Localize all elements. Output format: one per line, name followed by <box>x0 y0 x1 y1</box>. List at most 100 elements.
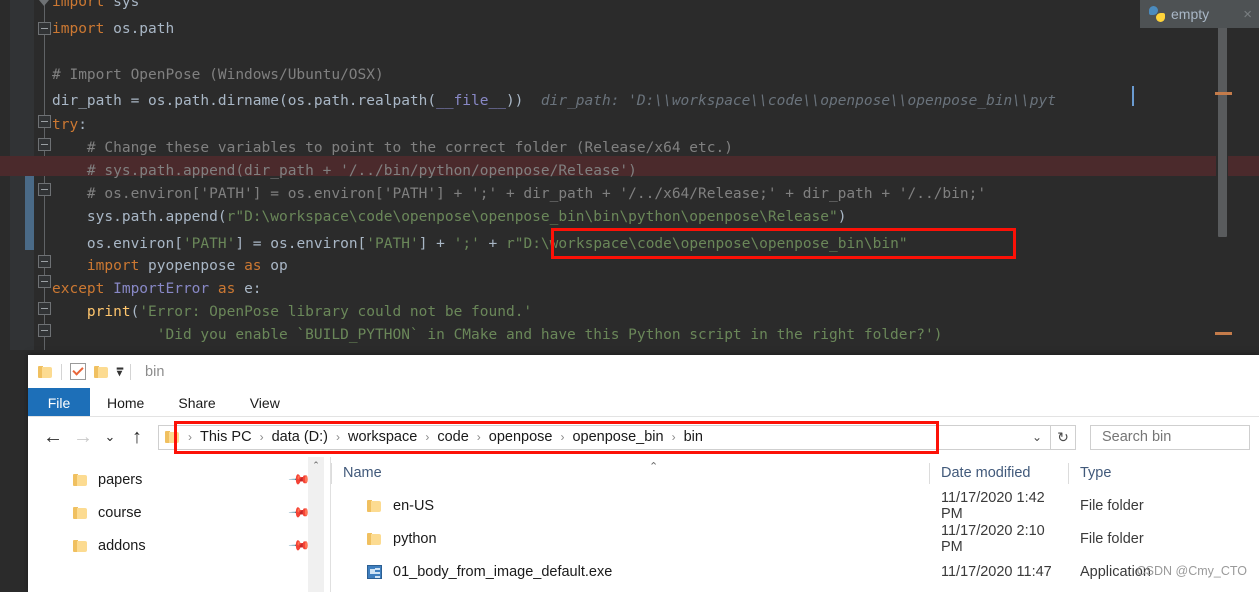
cell-date-modified: 11/17/2020 1:42 PM <box>941 489 1045 522</box>
scrollbar-marker[interactable] <box>1215 92 1232 95</box>
tab-view[interactable]: View <box>233 388 297 417</box>
breadcrumb-separator-icon: › <box>425 430 430 444</box>
editor-tab-strip: empty × <box>1140 0 1259 28</box>
text-caret <box>1132 86 1134 106</box>
nav-item-label: addons <box>98 537 146 554</box>
breadcrumb-item[interactable]: code <box>437 429 468 445</box>
file-list-pane: ⌃ Name Date modified Type en-US 11/17/2020 … <box>331 457 1259 592</box>
scrollbar-marker[interactable] <box>1215 332 1232 335</box>
fold-toggle-icon[interactable] <box>38 324 51 337</box>
cell-name: python <box>331 531 929 547</box>
column-header-name[interactable]: Name <box>331 462 929 484</box>
table-row[interactable]: 01_body_from_image_default.exe 11/17/2020… <box>331 555 1259 588</box>
breadcrumb-separator-icon: › <box>259 430 264 444</box>
fold-arrow-icon[interactable] <box>39 0 50 9</box>
toolbar-divider <box>61 363 62 380</box>
column-header-date[interactable]: Date modified <box>929 462 1068 484</box>
breadcrumb-path-box[interactable]: › This PC › data (D:) › workspace › code › openpo… <box>158 424 1051 450</box>
code-line: try: <box>52 117 87 133</box>
fold-toggle-icon[interactable] <box>38 302 51 315</box>
code-line: import os.path <box>52 21 175 37</box>
breadcrumb-separator-icon: › <box>560 430 565 444</box>
folder-icon <box>165 430 180 444</box>
breadcrumb-item[interactable]: workspace <box>348 429 417 445</box>
cell-type: File folder <box>1080 497 1144 514</box>
tab-share[interactable]: Share <box>161 388 232 417</box>
new-folder-icon[interactable] <box>94 365 109 379</box>
code-line: import sys <box>52 0 140 10</box>
code-line: except ImportError as e: <box>52 281 262 297</box>
ribbon-tab-bar: File Home Share View <box>28 388 1259 417</box>
tab-file[interactable]: File <box>28 388 90 417</box>
navigation-pane: papers 📌 course 📌 addons 📌 ⌃ <box>28 457 330 592</box>
breadcrumb-separator-icon: › <box>671 430 676 444</box>
fold-toggle-icon[interactable] <box>38 275 51 288</box>
breadcrumb-separator-icon: › <box>476 430 481 444</box>
scroll-up-icon[interactable]: ⌃ <box>308 457 324 474</box>
code-line: 'Did you enable `BUILD_PYTHON` in CMake … <box>121 327 943 343</box>
cell-name: en-US <box>331 498 929 514</box>
fold-toggle-icon[interactable] <box>38 138 51 151</box>
cell-date-modified: 11/17/2020 11:47 <box>941 563 1052 580</box>
column-header-type[interactable]: Type <box>1068 462 1188 484</box>
fold-toggle-icon[interactable] <box>38 255 51 268</box>
code-line: # Import OpenPose (Windows/Ubuntu/OSX) <box>52 67 384 83</box>
folder-icon[interactable] <box>38 365 53 379</box>
breadcrumb[interactable]: › This PC › data (D:) › workspace › code › openpo… <box>180 429 703 445</box>
nav-item-label: papers <box>98 471 143 488</box>
back-button[interactable]: ← <box>38 422 68 452</box>
column-header-row[interactable]: Name Date modified Type <box>331 457 1259 489</box>
breadcrumb-separator-icon: › <box>188 430 192 444</box>
code-line: sys.path.append(r"D:\workspace\code\open… <box>86 209 847 225</box>
code-text-area[interactable]: import sys import os.path # Import OpenPos… <box>52 0 1259 350</box>
forward-button[interactable]: → <box>68 422 98 452</box>
file-name-label: python <box>393 530 437 547</box>
folder-icon <box>73 506 88 520</box>
table-row[interactable]: en-US 11/17/2020 1:42 PM File folder <box>331 489 1259 522</box>
editor-scrollbar-thumb[interactable] <box>1218 15 1227 237</box>
exe-icon <box>367 564 382 579</box>
file-name-label: 01_body_from_image_default.exe <box>393 563 613 580</box>
recent-locations-button[interactable]: ⌄ <box>98 422 122 452</box>
fold-toggle-icon[interactable] <box>38 115 51 128</box>
code-line: dir_path = os.path.dirname(os.path.realp… <box>52 93 1056 109</box>
cell-type: File folder <box>1080 530 1144 547</box>
python-file-icon <box>1149 6 1165 22</box>
properties-icon[interactable] <box>70 363 86 380</box>
refresh-button[interactable]: ↻ <box>1051 424 1076 450</box>
window-title: bin <box>145 363 165 380</box>
breadcrumb-item[interactable]: openpose <box>489 429 553 445</box>
code-line: # os.environ['PATH'] = os.environ['PATH'… <box>86 186 987 202</box>
up-button[interactable]: ↑ <box>122 422 152 452</box>
breadcrumb-separator-icon: › <box>336 430 340 444</box>
file-name-label: en-US <box>393 497 435 514</box>
cell-date-modified: 11/17/2020 2:10 PM <box>941 522 1045 555</box>
code-annotation-rectangle <box>551 228 1016 259</box>
chevron-down-icon[interactable]: ⌄ <box>1032 430 1050 444</box>
folder-icon <box>367 532 382 546</box>
nav-item[interactable]: addons 📌 <box>28 529 330 562</box>
nav-scrollbar-track[interactable] <box>308 457 324 592</box>
table-row[interactable]: python 11/17/2020 2:10 PM File folder <box>331 522 1259 555</box>
cell-name: 01_body_from_image_default.exe <box>331 564 929 580</box>
toolbar-divider <box>130 363 132 380</box>
tab-empty[interactable]: empty × <box>1140 0 1259 28</box>
folder-icon <box>73 473 88 487</box>
nav-item[interactable]: course 📌 <box>28 496 330 529</box>
code-line: import pyopenpose as op <box>86 258 288 274</box>
customize-caret-icon[interactable]: ━ ▾ <box>117 364 123 378</box>
breadcrumb-item[interactable]: openpose_bin <box>572 429 663 445</box>
fold-toggle-icon[interactable] <box>38 183 51 196</box>
explorer-body: papers 📌 course 📌 addons 📌 ⌃ ⌃ Name Date modif… <box>28 457 1259 592</box>
code-line: # sys.path.append(dir_path + '/../bin/py… <box>86 163 637 179</box>
fold-toggle-icon[interactable] <box>38 22 51 35</box>
close-icon[interactable]: × <box>1243 7 1252 22</box>
folder-icon <box>367 499 382 513</box>
watermark-text: CSDN @Cmy_CTO <box>1136 564 1247 578</box>
breadcrumb-item[interactable]: bin <box>684 429 703 445</box>
breadcrumb-item[interactable]: data (D:) <box>272 429 328 445</box>
search-input[interactable]: Search bin <box>1090 424 1250 450</box>
nav-item[interactable]: papers 📌 <box>28 463 330 496</box>
tab-home[interactable]: Home <box>90 388 161 417</box>
breadcrumb-item[interactable]: This PC <box>200 429 252 445</box>
